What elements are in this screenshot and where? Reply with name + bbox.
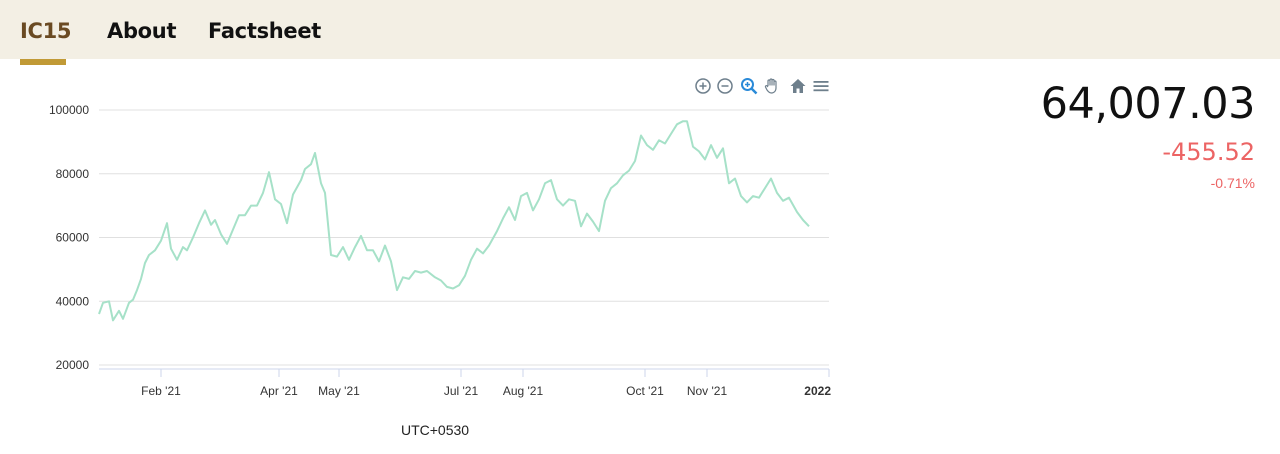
x-tick-label: Aug '21 <box>503 384 544 398</box>
price-series-line <box>98 120 810 322</box>
price-change: -455.52 <box>1162 138 1255 166</box>
y-tick-label: 80000 <box>56 167 90 181</box>
x-tick-label: Nov '21 <box>687 384 728 398</box>
x-tick-label: 2022 <box>804 384 831 398</box>
x-axis-title: UTC+0530 <box>401 422 469 438</box>
quote-panel: 64,007.03 -455.52 -0.71% <box>1040 79 1256 191</box>
index-price: 64,007.03 <box>1040 79 1256 129</box>
index-line-chart[interactable]: 20000 40000 60000 80000 100000 Feb '21 Apr '2… <box>0 59 860 454</box>
y-tick-label: 20000 <box>56 358 90 372</box>
tab-factsheet[interactable]: Factsheet <box>208 19 321 43</box>
tab-about[interactable]: About <box>107 19 177 43</box>
y-tick-label: 40000 <box>56 294 90 308</box>
y-tick-label: 60000 <box>56 231 90 245</box>
x-tick-label: Feb '21 <box>141 384 181 398</box>
tab-bar: IC15 About Factsheet <box>0 0 1280 59</box>
x-tick-label: Apr '21 <box>260 384 298 398</box>
x-tick-label: Oct '21 <box>626 384 664 398</box>
x-tick-label: May '21 <box>318 384 360 398</box>
tab-ic15[interactable]: IC15 <box>20 19 72 43</box>
price-change-percent: -0.71% <box>1210 175 1255 191</box>
x-tick-label: Jul '21 <box>444 384 479 398</box>
y-tick-label: 100000 <box>49 103 89 117</box>
